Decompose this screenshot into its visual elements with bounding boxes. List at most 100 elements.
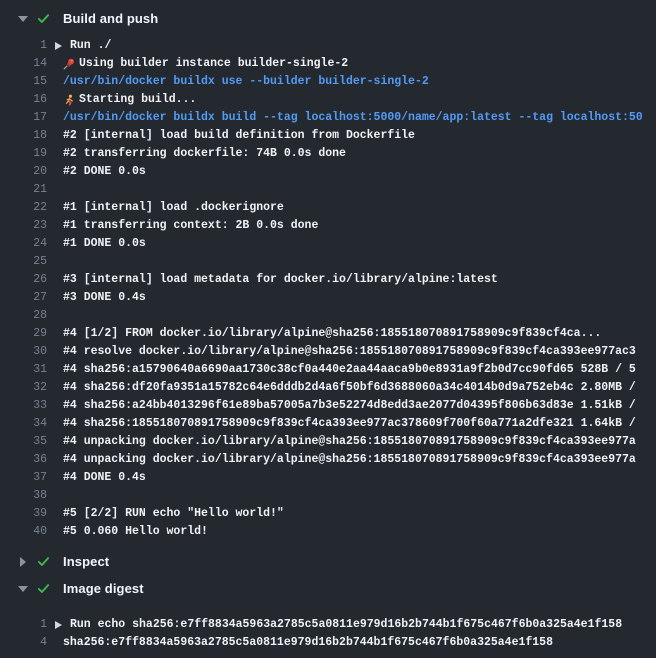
line-content: Using builder instance builder-single-2 xyxy=(47,55,656,73)
line-number[interactable]: 15 xyxy=(0,73,47,91)
log-section-inspect: Inspect xyxy=(0,548,656,575)
line-text: #4 sha256:a15790640a6690aa1730c38cf0a440… xyxy=(63,361,636,379)
line-text: #5 [2/2] RUN echo "Hello world!" xyxy=(63,505,284,523)
line-content xyxy=(47,487,656,505)
line-content: #1 transferring context: 2B 0.0s done xyxy=(47,217,656,235)
line-content: #4 resolve docker.io/library/alpine@sha2… xyxy=(47,343,656,361)
section-lines: 1Run echo sha256:e7ff8834a5963a2785c5a08… xyxy=(0,616,656,652)
line-text: #1 transferring context: 2B 0.0s done xyxy=(63,217,318,235)
log-line: 1Run echo sha256:e7ff8834a5963a2785c5a08… xyxy=(0,616,656,634)
line-content: Starting build... xyxy=(47,91,656,109)
section-title: Build and push xyxy=(63,11,158,26)
log-line: 32 #4 sha256:df20fa9351a15782c64e6dddb2d4… xyxy=(0,379,656,397)
log-line: 22#1 [internal] load .dockerignore xyxy=(0,199,656,217)
line-number[interactable]: 1 xyxy=(0,616,47,634)
line-number[interactable]: 37 xyxy=(0,469,47,487)
line-content: #4 sha256:185518070891758909c9f839cf4ca3… xyxy=(47,415,656,433)
line-number[interactable]: 27 xyxy=(0,289,47,307)
line-content: #4 [1/2] FROM docker.io/library/alpine@s… xyxy=(47,325,656,343)
section-title: Image digest xyxy=(63,581,144,596)
log-line: 39 #5 [2/2] RUN echo "Hello world!" xyxy=(0,505,656,523)
line-text: /usr/bin/docker buildx use --builder bui… xyxy=(63,73,429,91)
line-number[interactable]: 39 xyxy=(0,505,47,523)
log-line: 17/usr/bin/docker buildx build --tag loc… xyxy=(0,109,656,127)
line-number[interactable]: 21 xyxy=(0,181,47,199)
run-expand-icon[interactable] xyxy=(55,621,62,629)
log-line: 36 #4 unpacking docker.io/library/alpine@… xyxy=(0,451,656,469)
chevron-right-icon[interactable] xyxy=(18,557,28,567)
line-content: #1 DONE 0.0s xyxy=(47,235,656,253)
log-line: 40 #5 0.060 Hello world! xyxy=(0,523,656,541)
check-icon xyxy=(37,555,50,568)
line-number[interactable]: 24 xyxy=(0,235,47,253)
line-content: #5 [2/2] RUN echo "Hello world!" xyxy=(47,505,656,523)
line-number[interactable]: 22 xyxy=(0,199,47,217)
workflow-log-viewer: Build and push1Run ./14Using builder ins… xyxy=(0,0,656,658)
line-number[interactable]: 14 xyxy=(0,55,47,73)
line-content: #4 sha256:a24bb4013296f61e89ba57005a7b3e… xyxy=(47,397,656,415)
line-number[interactable]: 38 xyxy=(0,487,47,505)
line-text: #4 sha256:a24bb4013296f61e89ba57005a7b3e… xyxy=(63,397,636,415)
line-number[interactable]: 29 xyxy=(0,325,47,343)
line-text: sha256:e7ff8834a5963a2785c5a0811e979d16b… xyxy=(63,634,553,652)
log-line: 23 #1 transferring context: 2B 0.0s done xyxy=(0,217,656,235)
line-number[interactable]: 23 xyxy=(0,217,47,235)
line-text: #5 0.060 Hello world! xyxy=(63,523,208,541)
log-line: 15/usr/bin/docker buildx use --builder b… xyxy=(0,73,656,91)
line-text: #2 [internal] load build definition from… xyxy=(63,127,415,145)
line-number[interactable]: 35 xyxy=(0,433,47,451)
line-number[interactable]: 28 xyxy=(0,307,47,325)
section-header-build-and-push[interactable]: Build and push xyxy=(0,5,656,32)
log-line: 27#3 DONE 0.4s xyxy=(0,289,656,307)
section-header-inspect[interactable]: Inspect xyxy=(0,548,656,575)
line-number[interactable]: 32 xyxy=(0,379,47,397)
line-number[interactable]: 26 xyxy=(0,271,47,289)
run-expand-icon[interactable] xyxy=(55,42,62,50)
log-line: 31 #4 sha256:a15790640a6690aa1730c38cf0a4… xyxy=(0,361,656,379)
line-content xyxy=(47,181,656,199)
log-line: 18 #2 [internal] load build definition fr… xyxy=(0,127,656,145)
log-line: 37#4 DONE 0.4s xyxy=(0,469,656,487)
check-icon xyxy=(37,582,50,595)
line-content: #2 DONE 0.0s xyxy=(47,163,656,181)
line-number[interactable]: 4 xyxy=(0,634,47,652)
line-number[interactable]: 25 xyxy=(0,253,47,271)
line-number[interactable]: 34 xyxy=(0,415,47,433)
line-number[interactable]: 19 xyxy=(0,145,47,163)
line-number[interactable]: 33 xyxy=(0,397,47,415)
line-number[interactable]: 30 xyxy=(0,343,47,361)
line-text: #4 unpacking docker.io/library/alpine@sh… xyxy=(63,451,636,469)
line-text: #2 DONE 0.0s xyxy=(63,163,146,181)
line-content: #4 unpacking docker.io/library/alpine@sh… xyxy=(47,451,656,469)
line-text: #4 sha256:df20fa9351a15782c64e6dddb2d4a6… xyxy=(63,379,636,397)
line-number[interactable]: 31 xyxy=(0,361,47,379)
runner-icon xyxy=(63,94,75,106)
log-line: 38 xyxy=(0,487,656,505)
section-header-image-digest[interactable]: Image digest xyxy=(0,575,656,602)
line-number[interactable]: 36 xyxy=(0,451,47,469)
chevron-down-icon[interactable] xyxy=(18,586,28,592)
line-number[interactable]: 20 xyxy=(0,163,47,181)
line-number[interactable]: 18 xyxy=(0,127,47,145)
line-content: #2 [internal] load build definition from… xyxy=(47,127,656,145)
line-number[interactable]: 1 xyxy=(0,37,47,55)
log-line: 20 #2 DONE 0.0s xyxy=(0,163,656,181)
line-text: #4 [1/2] FROM docker.io/library/alpine@s… xyxy=(63,325,601,343)
line-content: #4 DONE 0.4s xyxy=(47,469,656,487)
line-content: Run echo sha256:e7ff8834a5963a2785c5a081… xyxy=(47,616,656,634)
line-text: #4 resolve docker.io/library/alpine@sha2… xyxy=(63,343,636,361)
line-number[interactable]: 40 xyxy=(0,523,47,541)
line-text: Run ./ xyxy=(70,37,111,55)
line-number[interactable]: 17 xyxy=(0,109,47,127)
log-line: 21 xyxy=(0,181,656,199)
pushpin-icon xyxy=(63,58,75,70)
line-text: #4 unpacking docker.io/library/alpine@sh… xyxy=(63,433,636,451)
log-section-image-digest: Image digest 1Run echo sha256:e7ff8834a59… xyxy=(0,575,656,652)
line-number[interactable]: 16 xyxy=(0,91,47,109)
line-content: sha256:e7ff8834a5963a2785c5a0811e979d16b… xyxy=(47,634,656,652)
line-content: #1 [internal] load .dockerignore xyxy=(47,199,656,217)
line-text: #2 transferring dockerfile: 74B 0.0s don… xyxy=(63,145,346,163)
log-line: 26#3 [internal] load metadata for docker… xyxy=(0,271,656,289)
line-text: /usr/bin/docker buildx build --tag local… xyxy=(63,109,643,127)
chevron-down-icon[interactable] xyxy=(18,16,28,22)
